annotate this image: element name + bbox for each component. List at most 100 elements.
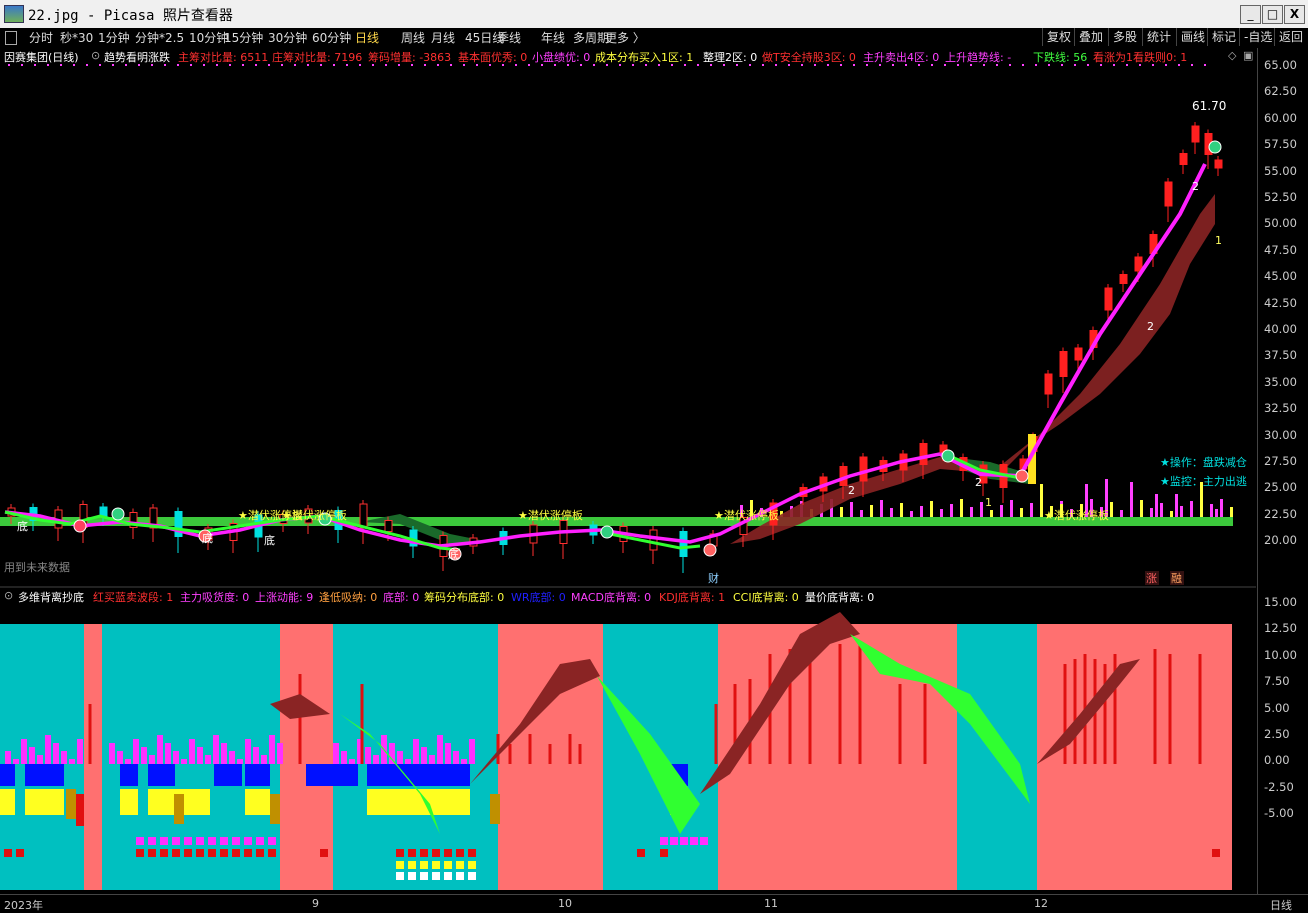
signal-dot [177,64,179,66]
signal-dot [879,64,881,66]
close-button[interactable]: X [1284,5,1305,24]
signal-square [196,849,204,857]
signal-dot [294,64,296,66]
toolbar-button-4[interactable]: 画线 [1176,28,1205,46]
signal-dot [411,64,413,66]
period-10[interactable]: 月线 [431,29,455,47]
sub-indicator-item-3: 逢低吸纳: 0 [319,591,378,604]
signal-square [136,849,144,857]
period-12[interactable]: 季线 [497,29,521,47]
wave-count-label: 1 [1215,234,1222,247]
main-indicator-item-6: 整理2区: 0 [703,51,758,64]
toolbar-button-1[interactable]: 叠加 [1074,28,1103,46]
momentum-bar [213,735,219,764]
volume-bar [960,499,963,517]
period-13[interactable]: 年线 [541,29,565,47]
sub-indicator-name[interactable]: 多维背离抄底 [18,589,84,605]
candle-body [679,531,688,557]
period-2[interactable]: 1分钟 [98,29,130,47]
signal-dot [1048,64,1050,66]
signal-dot [645,64,647,66]
stock-name: 因赛集团(日线) [4,51,79,64]
main-indicator-item-9: 上升趋势线: - [945,51,1012,64]
indicator-name[interactable]: 趋势看明涨跌 [104,49,170,65]
signal-dot [372,64,374,66]
period-6[interactable]: 30分钟 [268,29,307,47]
signal-dot [541,64,543,66]
toolbar-button-7[interactable]: 返回 [1274,28,1303,46]
signal-square [468,872,476,880]
toolbar-button-3[interactable]: 统计 [1142,28,1171,46]
toolbar-button-5[interactable]: 标记 [1207,28,1236,46]
signal-square [172,837,180,845]
volume-bar [950,504,953,517]
period-7[interactable]: 60分钟 [312,29,351,47]
signal-dot [1152,64,1154,66]
price-tick: 45.00 [1264,269,1297,284]
signal-dot [1178,64,1180,66]
period-15[interactable]: 更多 〉 [605,29,645,47]
signal-dot [385,64,387,66]
price-tick: 30.00 [1264,427,1297,442]
signal-dot [840,64,842,66]
volume-bar [990,510,993,517]
signal-dot [21,64,23,66]
period-9[interactable]: 周线 [401,29,425,47]
limit-up-label-2: ★潜伏涨停板 [282,508,347,522]
signal-dot [996,64,998,66]
toolbar-button-6[interactable]: -自选 [1239,28,1272,46]
signal-square [660,837,668,845]
price-tick: 57.50 [1264,137,1297,152]
sub-indicator-item-1: 主力吸货度: 0 [180,591,250,604]
panel-toggle-icon[interactable] [5,31,17,45]
momentum-bar [21,739,27,764]
signal-square [148,837,156,845]
signal-dot [918,64,920,66]
watch-hint: ★监控：主力出逃 [1160,474,1247,488]
period-4[interactable]: 10分钟 [189,29,228,47]
momentum-bar [413,739,419,764]
main-price-chart[interactable]: 222211 61.70 用到未来数据 ★操作：盘跌减仓 ★监控：主力出逃 ★潜… [0,64,1256,588]
period-0[interactable]: 分时 [29,29,53,47]
signal-square [268,849,276,857]
sub-axis: 15.00 12.50 10.00 7.50 5.00 2.50 0.00 -2.50 -5.0… [1257,588,1308,894]
main-indicator-item-2: 筹码增量: -3863 [368,51,452,64]
signal-dot [138,64,140,66]
signal-square [444,872,452,880]
diamond-icon[interactable]: ◇ [1228,49,1236,62]
candle-body [859,456,868,482]
period-1[interactable]: 秒*30 [60,29,93,47]
chip-block [245,789,270,815]
signal-square [432,849,440,857]
signal-dot [307,64,309,66]
minimize-button[interactable]: _ [1240,5,1261,24]
collapse-icon[interactable]: ⊙ [91,49,100,62]
signal-dot [489,64,491,66]
toolbar-button-2[interactable]: 多股 [1108,28,1137,46]
momentum-bar [141,747,147,764]
volume-bar [1000,505,1003,517]
momentum-bar [389,743,395,764]
period-8[interactable]: 日线 [355,29,379,47]
window-icon[interactable]: ▣ [1243,49,1253,62]
volume-bar [880,500,883,517]
sub-indicator-chart[interactable] [0,604,1256,894]
period-3[interactable]: 分钟*2.5 [135,29,184,47]
volume-bar [860,510,863,517]
signal-dot [320,64,322,66]
signal-dot [1165,64,1167,66]
maximize-button[interactable]: □ [1262,5,1283,24]
period-5[interactable]: 15分钟 [224,29,263,47]
signal-dot [944,64,946,66]
signal-square [670,837,678,845]
signal-square [396,861,404,869]
toolbar-button-0[interactable]: 复权 [1042,28,1071,46]
signal-square [700,837,708,845]
period-14[interactable]: 多周期 [573,29,609,47]
signal-square [444,861,452,869]
signal-dot [801,64,803,66]
volume-bar [930,501,933,517]
operation-hint: ★操作：盘跌减仓 [1160,455,1247,469]
sub-collapse-icon[interactable]: ⊙ [4,589,13,602]
volume-bar [1130,482,1133,517]
